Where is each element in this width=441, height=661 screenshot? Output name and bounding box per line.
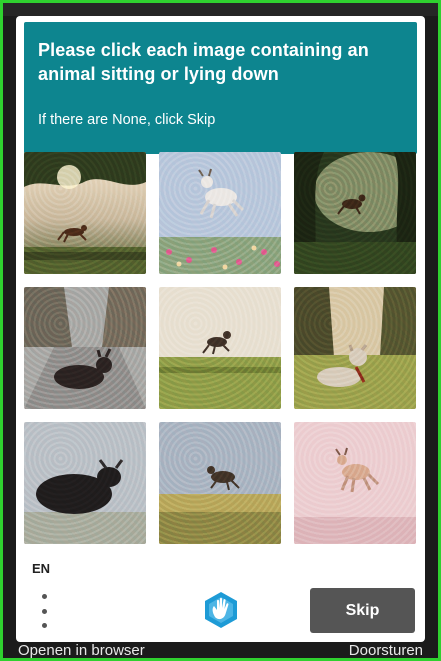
image-tile-8[interactable] — [159, 422, 281, 544]
image-tile-5[interactable] — [159, 287, 281, 409]
challenge-header: Please click each image containing an an… — [24, 22, 417, 154]
image-tile-1[interactable] — [24, 152, 146, 274]
image-tile-4[interactable] — [24, 287, 146, 409]
image-tile-7[interactable] — [24, 422, 146, 544]
image-tile-3[interactable] — [294, 152, 416, 274]
forward-link[interactable]: Doorsturen — [349, 642, 423, 659]
image-tile-9[interactable] — [294, 422, 416, 544]
image-tile-2[interactable] — [159, 152, 281, 274]
language-selector[interactable]: EN — [32, 561, 50, 576]
captcha-challenge: Please click each image containing an an… — [16, 16, 425, 642]
challenge-subprompt: If there are None, click Skip — [38, 112, 216, 128]
open-in-browser-link[interactable]: Openen in browser — [18, 642, 145, 659]
more-vertical-icon[interactable] — [38, 594, 50, 628]
skip-button[interactable]: Skip — [310, 588, 415, 633]
image-grid — [24, 152, 417, 544]
challenge-prompt: Please click each image containing an an… — [38, 40, 369, 84]
hand-logo-icon[interactable] — [201, 590, 241, 630]
image-tile-6[interactable] — [294, 287, 416, 409]
background-tile — [0, 0, 441, 16]
